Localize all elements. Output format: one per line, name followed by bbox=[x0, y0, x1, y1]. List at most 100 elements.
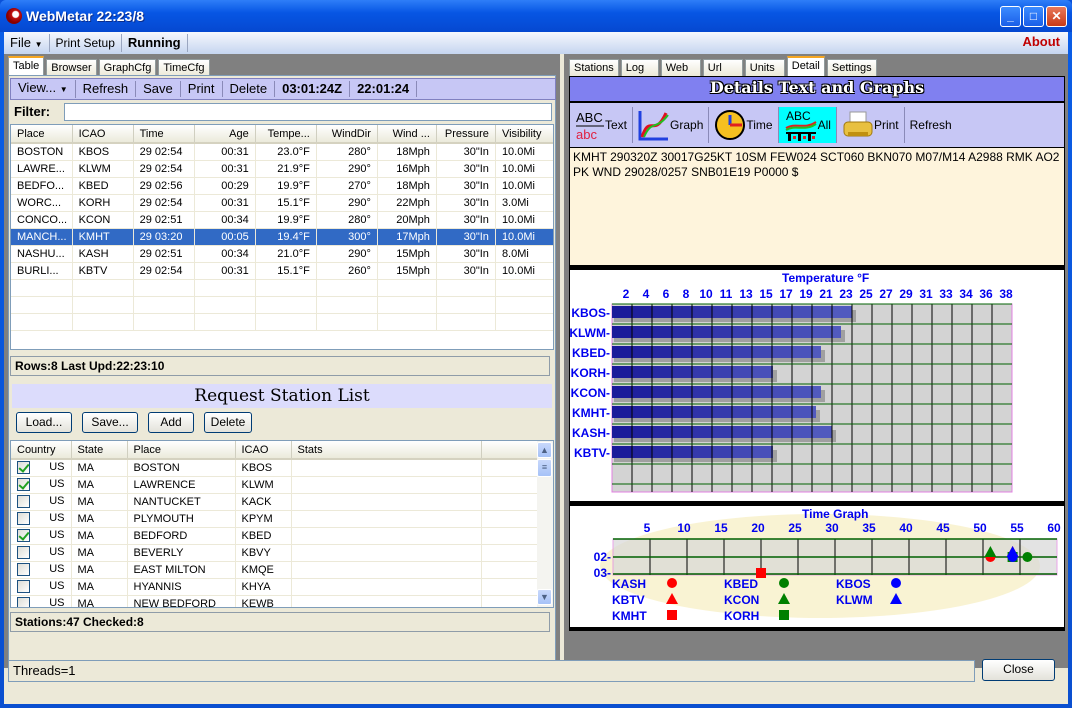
menu-bar: File ▼ Print Setup Running About bbox=[4, 32, 1068, 54]
close-window-button[interactable]: ✕ bbox=[1046, 6, 1067, 27]
tab-units[interactable]: Units bbox=[744, 59, 785, 76]
column-header[interactable]: Place bbox=[11, 125, 73, 144]
state-cell: MA bbox=[71, 476, 128, 494]
station-checkbox[interactable] bbox=[17, 512, 30, 525]
bar-kbos bbox=[812, 306, 832, 318]
text-view-button[interactable]: ABC abc Text bbox=[570, 107, 634, 143]
delete-list-button[interactable]: Delete bbox=[204, 412, 252, 433]
column-header[interactable]: Age bbox=[194, 125, 256, 144]
tab-timecfg[interactable]: TimeCfg bbox=[158, 59, 210, 76]
list-item[interactable]: US MA HYANNIS KHYA bbox=[11, 578, 538, 596]
metar-text[interactable]: KMHT 290320Z 30017G25KT 10SM FEW024 SCT0… bbox=[570, 147, 1064, 265]
view-menu[interactable]: View... ▼ bbox=[11, 80, 76, 98]
about-link[interactable]: About bbox=[1022, 34, 1060, 49]
add-button[interactable]: Add bbox=[148, 412, 194, 433]
grip-icon: ≡ bbox=[541, 462, 548, 472]
list-item[interactable]: US MA BEVERLY KBVY bbox=[11, 544, 538, 562]
running-status[interactable]: Running bbox=[122, 34, 188, 52]
column-header[interactable]: Stats bbox=[291, 441, 482, 460]
station-checkbox[interactable] bbox=[17, 580, 30, 593]
x-tick-label: 31 bbox=[919, 287, 933, 301]
table-cell: 10.0Mi bbox=[495, 177, 553, 195]
column-header[interactable]: Visibility bbox=[495, 125, 553, 144]
list-item[interactable]: US MA BEDFORD KBED bbox=[11, 527, 538, 545]
column-header[interactable]: State bbox=[71, 441, 128, 460]
column-header[interactable]: Wind ... bbox=[377, 125, 437, 144]
list-item[interactable]: US MA NANTUCKET KACK bbox=[11, 493, 538, 511]
tab-detail[interactable]: Detail bbox=[786, 56, 825, 76]
tab-web[interactable]: Web bbox=[660, 59, 701, 76]
filter-input[interactable] bbox=[64, 103, 552, 121]
delete-button[interactable]: Delete bbox=[223, 81, 276, 97]
scroll-thumb[interactable]: ≡ bbox=[537, 459, 552, 477]
station-checkbox[interactable] bbox=[17, 461, 30, 475]
place-cell: HYANNIS bbox=[127, 578, 236, 596]
close-button[interactable]: Close bbox=[982, 659, 1055, 681]
station-list-scrollbar[interactable]: ▲ ≡ ▼ bbox=[537, 441, 553, 607]
tab-settings[interactable]: Settings bbox=[826, 59, 877, 76]
table-row[interactable]: NASHU... KASH 29 02:51 00:34 21.0°F 290° 15Mph… bbox=[11, 245, 553, 263]
tab-url[interactable]: Url bbox=[702, 59, 743, 76]
tab-table[interactable]: Table bbox=[8, 56, 45, 76]
scroll-up-button[interactable]: ▲ bbox=[537, 442, 552, 458]
table-cell: 30"In bbox=[436, 194, 496, 212]
table-row[interactable] bbox=[11, 279, 553, 297]
tab-graphcfg[interactable]: GraphCfg bbox=[98, 59, 157, 76]
minimize-button[interactable]: _ bbox=[1000, 6, 1021, 27]
station-checkbox[interactable] bbox=[17, 563, 30, 576]
tab-browser[interactable]: Browser bbox=[46, 59, 97, 76]
save-button[interactable]: Save bbox=[136, 81, 181, 97]
table-row[interactable] bbox=[11, 296, 553, 314]
list-item[interactable]: US MA EAST MILTON KMQE bbox=[11, 561, 538, 579]
table-row[interactable]: BOSTON KBOS 29 02:54 00:31 23.0°F 280° 18Mph 30… bbox=[11, 143, 553, 161]
table-cell bbox=[495, 296, 553, 314]
list-item[interactable]: US MA BOSTON KBOS bbox=[11, 459, 538, 477]
column-header[interactable]: Tempe... bbox=[255, 125, 317, 144]
column-header[interactable]: ICAO bbox=[72, 125, 134, 144]
column-header[interactable]: Place bbox=[127, 441, 236, 460]
station-checkbox[interactable] bbox=[17, 597, 30, 607]
save-list-button[interactable]: Save... bbox=[82, 412, 138, 433]
all-view-button[interactable]: ABC All bbox=[778, 107, 837, 143]
station-checkbox[interactable] bbox=[17, 495, 30, 508]
column-header[interactable]: Country bbox=[11, 441, 72, 460]
column-header[interactable]: Pressure bbox=[436, 125, 496, 144]
refresh-button[interactable]: Refresh bbox=[76, 81, 137, 97]
bar-kbos bbox=[632, 306, 652, 318]
list-item[interactable]: US MA NEW BEDFORD KEWB bbox=[11, 595, 538, 607]
print-detail-button[interactable]: Print bbox=[837, 107, 905, 143]
table-row[interactable]: BURLI... KBTV 29 02:54 00:31 15.1°F 260° 15Mph… bbox=[11, 262, 553, 280]
station-checkbox[interactable] bbox=[17, 529, 30, 542]
table-row[interactable]: CONCO... KCON 29 02:51 00:34 19.9°F 280° 20Mph… bbox=[11, 211, 553, 229]
table-row[interactable]: LAWRE... KLWM 29 02:54 00:31 21.9°F 290° 16Mph… bbox=[11, 160, 553, 178]
print-button[interactable]: Print bbox=[181, 81, 223, 97]
y-tick-label: 02- bbox=[594, 550, 611, 564]
list-item[interactable]: US MA LAWRENCE KLWM bbox=[11, 476, 538, 494]
list-item[interactable]: US MA PLYMOUTH KPYM bbox=[11, 510, 538, 528]
table-row[interactable]: BEDFO... KBED 29 02:56 00:29 19.9°F 270° 18Mph… bbox=[11, 177, 553, 195]
column-header[interactable]: ICAO bbox=[235, 441, 292, 460]
bar-klwm bbox=[692, 326, 712, 338]
title-bar[interactable]: WebMetar 22:23/8 _ □ ✕ bbox=[0, 0, 1072, 32]
table-row[interactable]: MANCH... KMHT 29 03:20 00:05 19.4°F 300° 17Mph… bbox=[11, 228, 553, 246]
table-row[interactable] bbox=[11, 313, 553, 331]
table-cell: 20Mph bbox=[377, 211, 437, 229]
tab-stations[interactable]: Stations bbox=[569, 59, 619, 76]
time-view-button[interactable]: Time bbox=[709, 107, 779, 143]
load-button[interactable]: Load... bbox=[16, 412, 72, 433]
table-cell: KMHT bbox=[72, 228, 134, 246]
graph-view-button[interactable]: Graph bbox=[633, 107, 710, 143]
bar-kcon bbox=[672, 386, 692, 398]
station-checkbox[interactable] bbox=[17, 478, 30, 491]
window-title: WebMetar 22:23/8 bbox=[26, 8, 145, 24]
column-header[interactable]: WindDir bbox=[316, 125, 378, 144]
refresh-detail-button[interactable]: Refresh bbox=[905, 107, 957, 143]
print-setup-menu[interactable]: Print Setup bbox=[50, 34, 122, 52]
scroll-down-button[interactable]: ▼ bbox=[537, 589, 552, 605]
table-row[interactable]: WORC... KORH 29 02:54 00:31 15.1°F 290° 22Mph 3… bbox=[11, 194, 553, 212]
file-menu[interactable]: File ▼ bbox=[4, 34, 50, 52]
tab-log[interactable]: Log bbox=[620, 59, 659, 76]
station-checkbox[interactable] bbox=[17, 546, 30, 559]
column-header[interactable]: Time bbox=[133, 125, 195, 144]
maximize-button[interactable]: □ bbox=[1023, 6, 1044, 27]
